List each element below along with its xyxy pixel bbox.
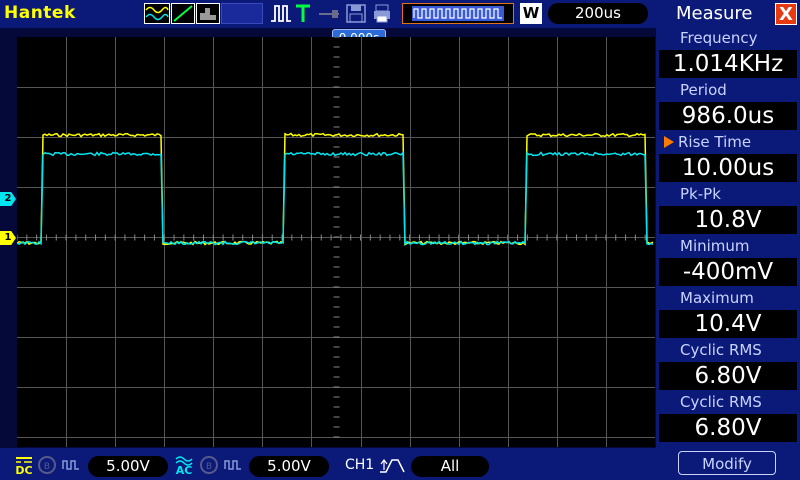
modify-button[interactable]: Modify: [678, 451, 776, 475]
measure-value: 6.80V: [659, 414, 797, 442]
trigger-source-label[interactable]: CH1: [345, 457, 374, 473]
trigger-mode-button[interactable]: W: [520, 3, 542, 24]
empty-status-slot: [221, 3, 263, 24]
svg-text:B: B: [206, 462, 212, 472]
save-icon[interactable]: [345, 3, 367, 24]
waveform-display: [17, 37, 655, 447]
usb-icon: [319, 10, 339, 18]
trigger-pulse-icon[interactable]: [270, 3, 292, 24]
trigger-status-icon: [296, 4, 310, 22]
measure-label[interactable]: Minimum: [680, 236, 798, 257]
ch1-level-marker[interactable]: 1: [0, 231, 16, 245]
memory-depth-indicator: [402, 3, 514, 24]
ch1-invert-icon[interactable]: [61, 455, 81, 475]
ch2-bandwidth-limit-icon[interactable]: B: [199, 455, 219, 475]
waveform-graticule: [17, 37, 655, 447]
measure-value: 1.014KHz: [659, 50, 797, 78]
measure-value: 986.0us: [659, 102, 797, 130]
ch2-volts-div-readout[interactable]: 5.00V: [249, 456, 329, 477]
measure-value: -400mV: [659, 258, 797, 286]
measure-value: 10.00us: [659, 154, 797, 182]
measure-label[interactable]: Maximum: [680, 288, 798, 309]
ch1-coupling-icon[interactable]: DC: [14, 454, 34, 476]
display-mode-waveform-icon[interactable]: [144, 3, 170, 24]
ch2-coupling-icon[interactable]: AC: [174, 454, 194, 476]
measure-label[interactable]: Cyclic RMS: [680, 340, 798, 361]
bottom-status-bar: DC B 5.00V AC B 5.00V CH1 All: [0, 448, 656, 480]
measure-value: 10.8V: [659, 206, 797, 234]
selected-arrow-icon: [664, 136, 674, 148]
ch1-bandwidth-limit-icon[interactable]: B: [37, 455, 57, 475]
measure-label[interactable]: Frequency: [680, 28, 798, 49]
measure-label[interactable]: Period: [680, 80, 798, 101]
trigger-sweep-readout[interactable]: All: [411, 456, 489, 477]
measure-panel: Measure X Frequency 1.014KHz Period 986.0us…: [656, 0, 800, 480]
persistence-icon[interactable]: [196, 3, 220, 24]
trigger-edge-icon[interactable]: [378, 456, 408, 476]
xy-mode-icon[interactable]: [171, 3, 195, 24]
ch2-invert-icon[interactable]: [223, 455, 243, 475]
svg-text:DC: DC: [15, 464, 32, 476]
svg-text:AC: AC: [176, 464, 193, 476]
top-toolbar: Hantek W 200us: [0, 0, 656, 28]
timebase-readout[interactable]: 200us: [548, 3, 648, 24]
measure-label[interactable]: Cyclic RMS: [680, 392, 798, 413]
print-icon[interactable]: [372, 3, 392, 24]
brand-logo: Hantek: [4, 3, 76, 23]
measure-value: 6.80V: [659, 362, 797, 390]
svg-text:B: B: [44, 462, 50, 472]
measure-value: 10.4V: [659, 310, 797, 338]
ch2-level-marker[interactable]: 2: [0, 192, 16, 206]
measure-label[interactable]: Pk-Pk: [680, 184, 798, 205]
close-measure-button[interactable]: X: [775, 3, 797, 25]
ch1-volts-div-readout[interactable]: 5.00V: [88, 456, 168, 477]
measure-label[interactable]: Rise Time: [678, 132, 796, 153]
